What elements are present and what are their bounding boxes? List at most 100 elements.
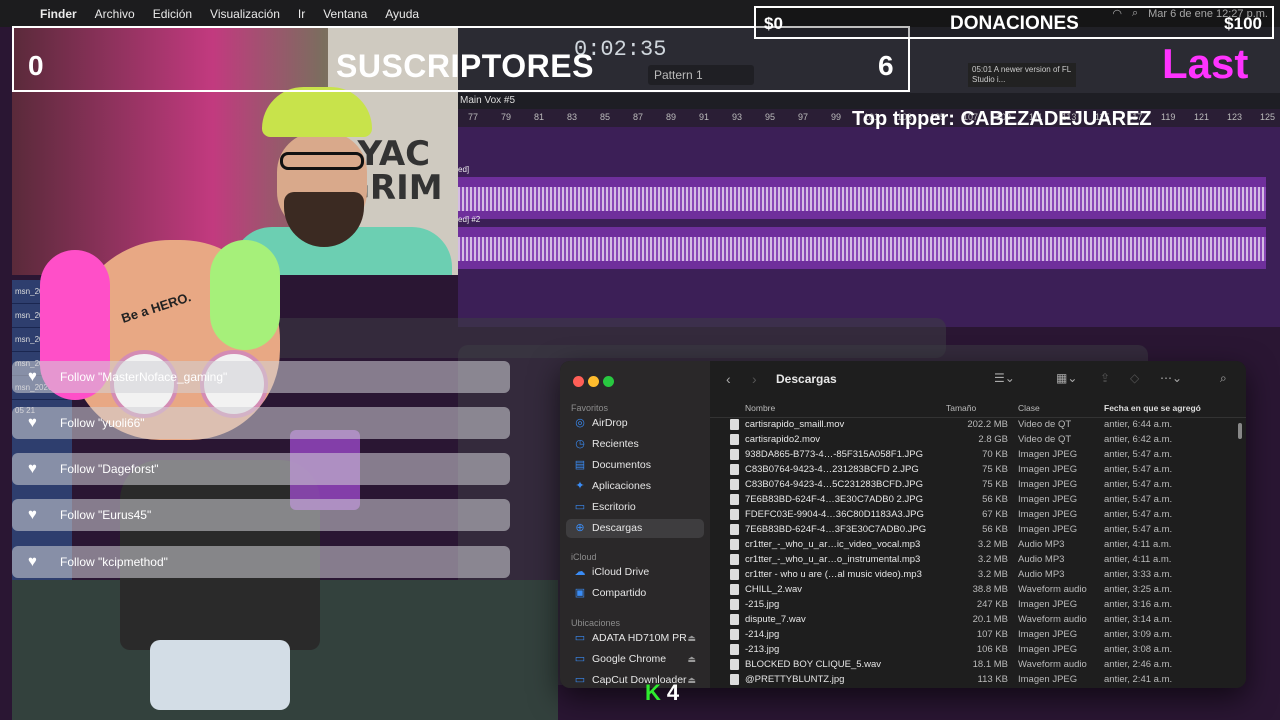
fl-news-panel[interactable]: 05:01 A newer version of FL Studio i... — [968, 63, 1076, 87]
drive-icon: ▭ — [574, 653, 586, 665]
group-icon[interactable]: ▦⌄ — [1056, 371, 1077, 385]
sidebar-item-recientes[interactable]: ◷ Recientes — [566, 435, 704, 454]
file-name: @PRETTYBLUNTZ.jpg — [745, 674, 845, 685]
eject-icon[interactable]: ⏏ — [687, 629, 696, 648]
file-icon — [730, 509, 739, 520]
file-row[interactable]: 7E6B83BD-624F-4…3E30C7ADB0 2.JPG 56 KB Ima… — [710, 492, 1246, 507]
file-kind: Waveform audio — [1018, 659, 1087, 670]
close-button[interactable] — [573, 376, 584, 387]
sidebar-header-icloud: iCloud — [571, 552, 597, 562]
sidebar-item-icloud-drive[interactable]: ☁ iCloud Drive — [566, 563, 704, 582]
file-row[interactable]: cr1tter_-_who_u_ar…o_instrumental.mp3 3.2… — [710, 552, 1246, 567]
menu-edicion[interactable]: Edición — [153, 7, 192, 21]
file-kind: Imagen JPEG — [1018, 599, 1078, 610]
file-size: 106 KB — [976, 644, 1008, 655]
file-icon — [730, 479, 739, 490]
sidebar-item-google-chrome[interactable]: ▭ Google Chrome ⏏ — [566, 650, 704, 669]
file-row[interactable]: C83B0764-9423-4…231283BCFD 2.JPG 75 KB Ima… — [710, 462, 1246, 477]
file-icon — [730, 464, 739, 475]
menu-archivo[interactable]: Archivo — [95, 7, 135, 21]
sidebar-item-label: Documentos — [592, 459, 651, 471]
menu-app[interactable]: Finder — [40, 7, 77, 21]
file-icon — [730, 614, 739, 625]
file-row[interactable]: cartisrapido2.mov 2.8 GB Video de QT antier… — [710, 432, 1246, 447]
kick-logo-icon: K — [645, 680, 661, 705]
sidebar-item-compartido[interactable]: ▣ Compartido — [566, 584, 704, 603]
sidebar-item-documentos[interactable]: ▤ Documentos — [566, 456, 704, 475]
file-row[interactable]: cr1tter_-_who_u_ar…ic_video_vocal.mp3 3.2… — [710, 537, 1246, 552]
list-view-icon[interactable]: ☰⌄ — [994, 371, 1015, 385]
file-icon — [730, 524, 739, 535]
window-title: Descargas — [776, 372, 837, 386]
desktop-icon: ▭ — [574, 501, 586, 513]
fl-track-title: Main Vox #5 — [458, 93, 1280, 109]
col-date[interactable]: Fecha en que se agregó — [1104, 403, 1201, 413]
file-date: antier, 3:33 a.m. — [1104, 569, 1173, 580]
file-row[interactable]: C83B0764-9423-4…5C231283BCFD.JPG 75 KB Ima… — [710, 477, 1246, 492]
file-size: 18.1 MB — [972, 659, 1008, 670]
sidebar-item-escritorio[interactable]: ▭ Escritorio — [566, 498, 704, 517]
file-row[interactable]: CHILL_2.wav 38.8 MB Waveform audio antier, … — [710, 582, 1246, 597]
audio-lane[interactable]: ed] #2 — [458, 215, 1266, 269]
sidebar-item-capcut-downloader[interactable]: ▭ CapCut Downloader ⏏ — [566, 671, 704, 688]
finder-window[interactable]: Favoritos iCloud Ubicaciones ◎ AirDrop ◷ Re… — [560, 361, 1246, 688]
file-date: antier, 2:46 a.m. — [1104, 659, 1173, 670]
sidebar-item-aplicaciones[interactable]: ✦ Aplicaciones — [566, 477, 704, 496]
person-glasses — [280, 152, 364, 170]
zoom-button[interactable] — [603, 376, 614, 387]
file-row[interactable]: cr1tter - who u are (…al music video).mp… — [710, 567, 1246, 582]
menu-visualizacion[interactable]: Visualización — [210, 7, 280, 21]
mascot-green-hair — [210, 240, 280, 350]
kick-badge: K4 — [645, 680, 679, 706]
sidebar-item-descargas[interactable]: ⊕ Descargas — [566, 519, 704, 538]
file-row[interactable]: @PRETTYBLUNTZ.jpg 113 KB Imagen JPEG antier… — [710, 672, 1246, 687]
download-icon: ⊕ — [575, 522, 585, 534]
file-row[interactable]: BLOCKED BOY CLIQUE_5.wav 18.1 MB Waveform … — [710, 657, 1246, 672]
menu-ir[interactable]: Ir — [298, 7, 305, 21]
file-row[interactable]: -213.jpg 106 KB Imagen JPEG antier, 3:08 a.… — [710, 642, 1246, 657]
subs-title: SUSCRIPTORES — [336, 48, 594, 84]
scrollbar[interactable] — [1238, 423, 1242, 439]
share-icon[interactable]: ⇪ — [1100, 371, 1110, 385]
eject-icon[interactable]: ⏏ — [687, 671, 696, 688]
sidebar-item-airdrop[interactable]: ◎ AirDrop — [566, 414, 704, 433]
menu-ventana[interactable]: Ventana — [323, 7, 367, 21]
file-row[interactable]: cartisrapido_smaill.mov 202.2 MB Video de … — [710, 417, 1246, 432]
file-row[interactable]: 938DA865-B773-4…-85F315A058F1.JPG 70 KB Im… — [710, 447, 1246, 462]
file-row[interactable]: dispute_7.wav 20.1 MB Waveform audio antier… — [710, 612, 1246, 627]
more-icon[interactable]: ⋯⌄ — [1160, 371, 1182, 385]
tag-icon[interactable]: ◇ — [1130, 371, 1139, 385]
heart-icon: ♥ — [28, 414, 37, 431]
file-row[interactable]: -215.jpg 247 KB Imagen JPEG antier, 3:16 a.… — [710, 597, 1246, 612]
file-date: antier, 3:14 a.m. — [1104, 614, 1173, 625]
file-row[interactable]: FDEFC03E-9904-4…36C80D1183A3.JPG 67 KB Ima… — [710, 507, 1246, 522]
donations-title: DONACIONES — [950, 13, 1079, 34]
audio-lane[interactable]: ed] — [458, 165, 1266, 219]
file-size: 3.2 MB — [977, 554, 1008, 565]
back-icon[interactable]: ‹ — [726, 371, 731, 387]
follow-alert: ♥ Follow "Eurus45" — [12, 499, 510, 531]
file-row[interactable]: 7E6B83BD-624F-4…3F3E30C7ADB0.JPG 56 KB Ima… — [710, 522, 1246, 537]
sidebar-item-adata-hd710m-pr[interactable]: ▭ ADATA HD710M PR ⏏ — [566, 629, 704, 648]
file-size: 20.1 MB — [972, 614, 1008, 625]
minimize-button[interactable] — [588, 376, 599, 387]
col-kind[interactable]: Clase — [1018, 403, 1040, 413]
col-size[interactable]: Tamaño — [946, 403, 976, 413]
file-date: antier, 5:47 a.m. — [1104, 509, 1173, 520]
file-size: 38.8 MB — [972, 584, 1008, 595]
apps-icon: ✦ — [575, 480, 585, 492]
col-name[interactable]: Nombre — [745, 403, 775, 413]
file-kind: Imagen JPEG — [1018, 494, 1078, 505]
sidebar-header-favoritos: Favoritos — [571, 403, 609, 413]
ruler-tick: 83 — [567, 112, 578, 122]
ruler-tick: 85 — [600, 112, 611, 122]
search-icon[interactable]: ⌕ — [1220, 371, 1227, 386]
file-kind: Imagen JPEG — [1018, 449, 1078, 460]
file-row[interactable]: -214.jpg 107 KB Imagen JPEG antier, 3:09 a.… — [710, 627, 1246, 642]
ruler-tick: 123 — [1227, 112, 1243, 122]
menu-ayuda[interactable]: Ayuda — [385, 7, 419, 21]
eject-icon[interactable]: ⏏ — [687, 650, 696, 669]
file-icon — [730, 434, 739, 445]
file-icon — [730, 629, 739, 640]
forward-icon[interactable]: › — [752, 371, 757, 387]
